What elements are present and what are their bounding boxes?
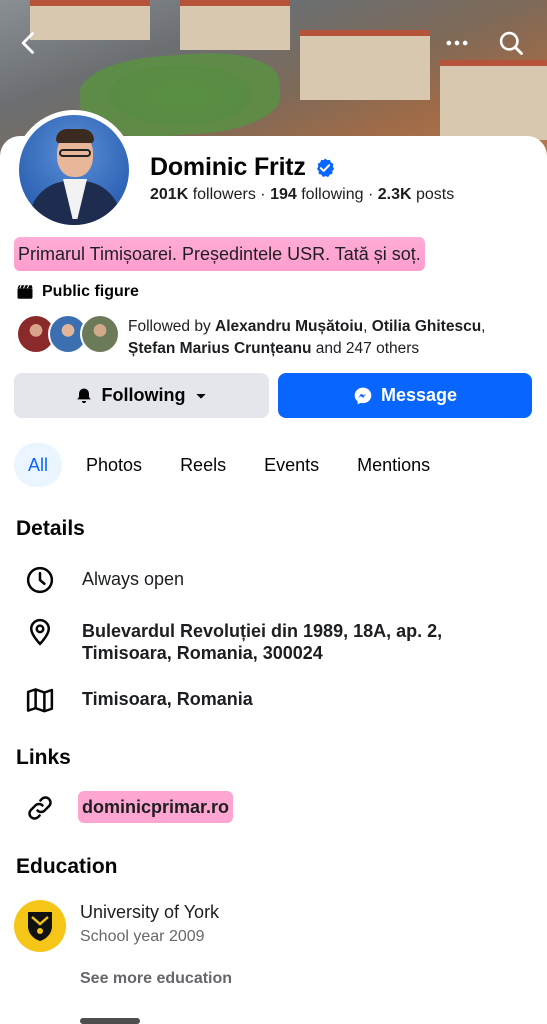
- message-button[interactable]: Message: [278, 373, 532, 418]
- verified-badge-icon[interactable]: [314, 157, 336, 179]
- detail-address[interactable]: Bulevardul Revoluției din 1989, 18A, ap.…: [24, 616, 442, 664]
- followers-count[interactable]: 201K: [150, 186, 188, 203]
- following-label[interactable]: following: [301, 186, 363, 203]
- following-count[interactable]: 194: [270, 186, 297, 203]
- following-button-label: Following: [101, 385, 186, 405]
- cover-building: [30, 0, 150, 40]
- school-name[interactable]: University of York: [80, 902, 219, 923]
- search-button[interactable]: [494, 26, 528, 60]
- clock-icon: [24, 564, 56, 596]
- city-text: Timisoara, Romania: [82, 689, 253, 709]
- more-dots-icon: [446, 40, 468, 46]
- see-more-education-button[interactable]: See more education: [80, 970, 232, 988]
- message-button-label: Message: [380, 385, 458, 405]
- detail-hours: Always open: [24, 564, 184, 596]
- map-icon: [24, 684, 56, 716]
- following-button[interactable]: Following: [14, 373, 269, 418]
- clapperboard-icon: [17, 285, 33, 299]
- more-options-button[interactable]: [440, 26, 474, 60]
- followed-by-prefix: Followed by: [128, 318, 216, 335]
- stats-separator: ·: [367, 186, 374, 203]
- mutual-name[interactable]: Alexandru Mușătoiu: [215, 318, 363, 335]
- links-heading: Links: [16, 746, 71, 769]
- followers-label[interactable]: followers: [193, 186, 256, 203]
- website-link-text[interactable]: dominicprimar.ro: [78, 791, 234, 823]
- mutual-avatar: [80, 314, 120, 354]
- cover-building: [180, 0, 290, 50]
- name-separator: ,: [481, 318, 486, 335]
- cover-building: [440, 60, 547, 140]
- back-button[interactable]: [12, 26, 46, 60]
- profile-tabs: All Photos Reels Events Mentions: [14, 443, 454, 487]
- profile-name: Dominic Fritz: [150, 153, 306, 181]
- detail-city[interactable]: Timisoara, Romania: [24, 684, 253, 716]
- profile-bio: Primarul Timișoarei. Președintele USR. T…: [14, 237, 425, 271]
- stats-separator: ·: [260, 186, 266, 203]
- mutual-name[interactable]: Otilia Ghitescu: [372, 318, 481, 335]
- tab-photos[interactable]: Photos: [72, 443, 156, 487]
- education-heading: Education: [16, 855, 118, 878]
- search-icon: [499, 31, 523, 55]
- followed-by-suffix: and 247 others: [311, 340, 420, 357]
- link-icon: [24, 792, 56, 824]
- category-label: Public figure: [42, 283, 139, 300]
- address-line-2: Timisoara, Romania, 300024: [82, 643, 323, 663]
- posts-label: posts: [415, 186, 455, 203]
- name-separator: ,: [363, 318, 372, 335]
- followed-by-text: Followed by Alexandru Mușătoiu, Otilia G…: [128, 316, 528, 360]
- school-year: School year 2009: [80, 928, 205, 945]
- hours-text: Always open: [82, 569, 185, 589]
- tab-all[interactable]: All: [14, 443, 63, 487]
- profile-name-row: Dominic Fritz: [150, 153, 336, 182]
- avatar-photo: [19, 115, 129, 225]
- profile-stats: 201K followers · 194 following · 2.3K po…: [150, 186, 454, 204]
- details-heading: Details: [16, 517, 85, 540]
- caret-down-icon: [196, 393, 207, 399]
- website-link[interactable]: dominicprimar.ro: [78, 791, 234, 823]
- messenger-icon: [354, 387, 372, 404]
- chevron-left-icon: [21, 32, 34, 54]
- tab-mentions[interactable]: Mentions: [343, 443, 444, 487]
- tab-reels[interactable]: Reels: [166, 443, 240, 487]
- location-pin-icon: [24, 616, 56, 648]
- cover-building: [300, 30, 430, 100]
- mutual-avatars: [16, 314, 120, 354]
- mutual-followers[interactable]: Followed by Alexandru Mușătoiu, Otilia G…: [16, 314, 528, 360]
- tab-events[interactable]: Events: [250, 443, 333, 487]
- website-row[interactable]: dominicprimar.ro: [24, 791, 234, 824]
- address-text: Bulevardul Revoluției din 1989, 18A, ap.…: [82, 620, 442, 664]
- posts-count: 2.3K: [377, 186, 412, 203]
- bell-icon: [76, 388, 91, 403]
- profile-avatar[interactable]: [14, 110, 134, 230]
- address-line-1: Bulevardul Revoluției din 1989, 18A, ap.…: [82, 621, 443, 641]
- mutual-name[interactable]: Ștefan Marius Crunțeanu: [128, 340, 311, 357]
- profile-category: Public figure: [16, 283, 139, 301]
- next-section-peek: [80, 1018, 140, 1024]
- university-crest-logo[interactable]: [14, 900, 66, 952]
